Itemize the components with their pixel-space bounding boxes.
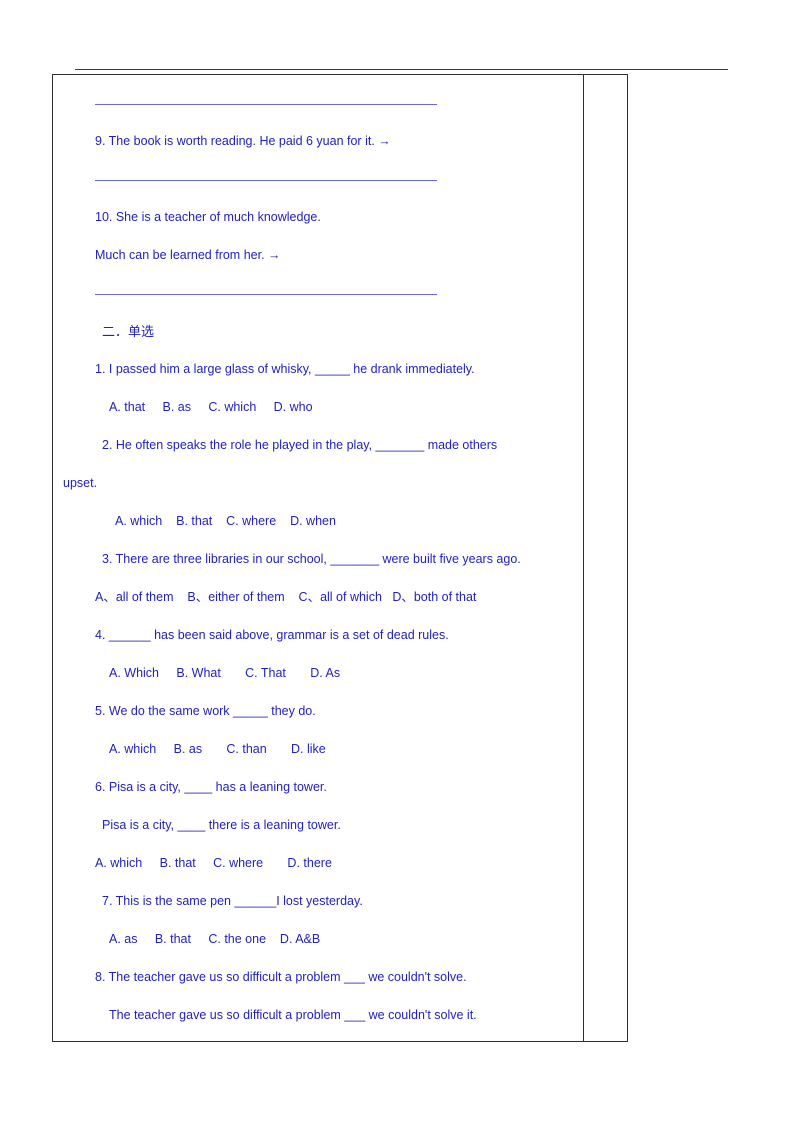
line-m3_opts: A、all of them B、either of them C、all of … (95, 590, 477, 605)
line-m1_stem: 1. I passed him a large glass of whisky,… (95, 362, 475, 377)
line-m6_stem_a: 6. Pisa is a city, ____ has a leaning to… (95, 780, 327, 795)
blank-line (95, 293, 437, 295)
line-m6_stem_b: Pisa is a city, ____ there is a leaning … (102, 818, 341, 833)
line-m1_opts: A. that B. as C. which D. who (109, 400, 313, 415)
answer-blank-rule (57, 85, 579, 123)
line-m2_stem: 2. He often speaks the role he played in… (102, 438, 498, 453)
line-m2_opts: A. which B. that C. where D. when (115, 514, 336, 529)
line-m7_stem: 7. This is the same pen ______I lost yes… (102, 894, 363, 909)
worksheet-content: 9. The book is worth reading. He paid 6 … (53, 75, 583, 1041)
line-m3_stem: 3. There are three libraries in our scho… (102, 552, 521, 567)
line-section_two: 二．单选 (102, 323, 155, 339)
worksheet-table: 9. The book is worth reading. He paid 6 … (52, 74, 628, 1042)
blank-line (95, 179, 437, 181)
page-header-rule (75, 69, 728, 70)
worksheet-main-cell: 9. The book is worth reading. He paid 6 … (52, 74, 584, 1042)
line-m4_stem: 4. ______ has been said above, grammar i… (95, 628, 449, 643)
line-q10_a: 10. She is a teacher of much knowledge. (95, 210, 321, 225)
line-m7_opts: A. as B. that C. the one D. A&B (109, 932, 321, 947)
answer-blank-rule (57, 161, 579, 199)
line-m6_opts: A. which B. that C. where D. there (95, 856, 332, 871)
blank-line (95, 103, 437, 105)
line-m8_stem_a: 8. The teacher gave us so difficult a pr… (95, 970, 467, 985)
line-m8_stem_b: The teacher gave us so difficult a probl… (109, 1008, 477, 1023)
answer-blank-rule (57, 275, 579, 313)
line-m5_stem: 5. We do the same work _____ they do. (95, 704, 316, 719)
table-row: 9. The book is worth reading. He paid 6 … (52, 74, 628, 1042)
line-m5_opts: A. which B. as C. than D. like (109, 742, 326, 757)
worksheet-side-cell (583, 74, 628, 1042)
line-m4_opts: A. Which B. What C. That D. As (109, 666, 341, 681)
line-q9: 9. The book is worth reading. He paid 6 … (95, 134, 391, 149)
line-q10_b: Much can be learned from her. → (95, 248, 281, 263)
line-m2_cont: upset. (63, 476, 98, 491)
